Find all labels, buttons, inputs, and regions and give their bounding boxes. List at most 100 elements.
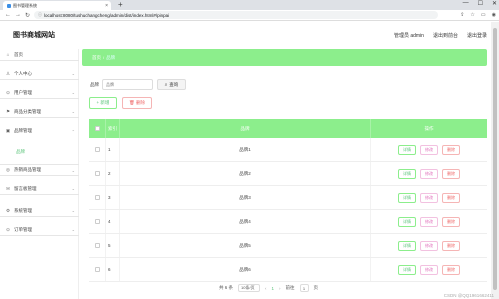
row-checkbox[interactable] (94, 147, 100, 152)
page-scrollbar[interactable] (491, 22, 499, 299)
row-actions: 详情 修改 删除 (371, 186, 487, 209)
breadcrumb-home[interactable]: 首页 (92, 55, 101, 61)
back-icon[interactable]: ← (5, 12, 11, 18)
row-select-cell[interactable] (89, 162, 106, 185)
brand-search-input[interactable] (102, 79, 153, 90)
header-actions: 操作 (424, 125, 434, 131)
delete-button[interactable]: 删除 (442, 192, 460, 203)
delete-button[interactable]: 删除 (442, 144, 460, 155)
browser-toolbar-icons: ⇪ ☆ ▭ ◉ (460, 12, 496, 18)
detail-button[interactable]: 详情 (398, 144, 416, 155)
delete-button[interactable]: 删除 (442, 264, 460, 275)
edit-button[interactable]: 修改 (420, 216, 438, 227)
row-index: 4 (106, 210, 120, 233)
table-row: 3 品牌3 详情 修改 删除 (89, 186, 487, 210)
chevron-up-icon: ⌃ (71, 128, 75, 134)
tab-close-icon[interactable]: × (105, 3, 108, 9)
new-tab-button[interactable]: + (118, 0, 123, 9)
edit-button[interactable]: 修改 (420, 144, 438, 155)
site-info-icon[interactable]: ⓘ (38, 12, 42, 18)
sidebar-item-hot[interactable]: ◎ 热销商品管理 ⌄ (0, 164, 79, 176)
sidebar-item-label: 系统管理 (14, 207, 32, 213)
query-button[interactable]: ⌕ 查询 (157, 79, 186, 90)
share-icon[interactable]: ⇪ (460, 12, 464, 18)
logout-link[interactable]: 退出登录 (467, 32, 487, 39)
detail-button[interactable]: 详情 (398, 240, 416, 251)
query-button-label: 查询 (169, 81, 179, 87)
row-select-cell[interactable] (89, 138, 106, 161)
sidebar-item-label: 用户管理 (14, 89, 32, 95)
detail-button[interactable]: 详情 (398, 264, 416, 275)
detail-button[interactable]: 详情 (398, 192, 416, 203)
action-row: + 新增 🗑 删除 (89, 97, 152, 109)
reload-icon[interactable]: ↻ (25, 12, 30, 19)
sidebar-item-profile[interactable]: ♙ 个人中心 ⌄ (0, 68, 79, 80)
table-row: 4 品牌4 详情 修改 删除 (89, 210, 487, 234)
sidebar-item-label: 留言板管理 (14, 185, 37, 191)
sidebar-item-home[interactable]: ⌂ 首页 (0, 49, 79, 61)
chevron-down-icon: ⌄ (71, 227, 75, 232)
batch-delete-button[interactable]: 🗑 删除 (122, 97, 152, 109)
delete-button[interactable]: 删除 (442, 240, 460, 251)
sidebar-item-system[interactable]: ⚙ 系统管理 ⌄ (0, 205, 79, 217)
category-icon: ⚑ (5, 108, 11, 114)
delete-button[interactable]: 删除 (442, 168, 460, 179)
page-size-select[interactable]: 10条/页 (238, 284, 261, 292)
site-title: 图书商城网站 (13, 32, 55, 39)
add-button[interactable]: + 新增 (89, 97, 117, 109)
bookmark-star-icon[interactable]: ☆ (470, 12, 474, 18)
row-checkbox[interactable] (94, 267, 100, 272)
row-checkbox[interactable] (94, 171, 100, 176)
sidebar-item-category[interactable]: ⚑ 商品分类管理 ⌄ (0, 106, 79, 118)
select-all-checkbox[interactable] (94, 126, 100, 131)
row-checkbox[interactable] (94, 243, 100, 248)
current-user: 管理员 admin (393, 33, 424, 39)
forward-icon[interactable]: → (15, 12, 21, 18)
edit-button[interactable]: 修改 (420, 264, 438, 275)
edit-button[interactable]: 修改 (420, 192, 438, 203)
row-select-cell[interactable] (89, 186, 106, 209)
back-to-front-link[interactable]: 退出到前台 (433, 32, 458, 39)
sidebar-item-messages[interactable]: ✉ 留言板管理 ⌄ (0, 183, 79, 195)
row-select-cell[interactable] (89, 210, 106, 233)
table-header: 索引 品牌 操作 (89, 119, 487, 138)
profile-icon[interactable]: ◉ (492, 12, 496, 18)
detail-button[interactable]: 详情 (398, 168, 416, 179)
address-bar: ← → ↻ ⓘ localhost:8080/tushuchangcheng/a… (0, 10, 499, 21)
url-field[interactable]: ⓘ localhost:8080/tushuchangcheng/admin/d… (34, 11, 438, 19)
sidebar-item-brand[interactable]: ▣ 品牌管理 ⌃ (0, 125, 79, 137)
detail-button[interactable]: 详情 (398, 216, 416, 227)
goto-page-input[interactable]: 1 (299, 284, 309, 292)
table-body: 1 品牌1 详情 修改 删除 2 品牌2 详情 修改 删除 3 品牌3 详情 修改 删除 4 品牌4 详情 修改 删除… (89, 138, 487, 282)
split-view-icon[interactable]: ▭ (481, 12, 486, 18)
sidebar-item-users[interactable]: ⊙ 用户管理 ⌄ (0, 87, 79, 99)
sidebar-item-label: 个人中心 (14, 70, 32, 76)
sidebar-subitem-brand[interactable]: 品牌 (16, 149, 25, 155)
edit-button[interactable]: 修改 (420, 168, 438, 179)
row-actions: 详情 修改 删除 (371, 162, 487, 185)
row-select-cell[interactable] (89, 234, 106, 257)
sidebar-item-orders[interactable]: ⊙ 订单管理 ⌄ (0, 224, 79, 236)
header-links: 管理员 admin 退出到前台 退出登录 (394, 32, 487, 39)
window-controls: — ☐ ✕ (463, 0, 497, 7)
select-all-header[interactable] (89, 119, 106, 138)
prev-page-icon[interactable]: ‹ (265, 286, 267, 291)
row-select-cell[interactable] (89, 258, 106, 281)
scrollbar-thumb[interactable] (493, 28, 497, 290)
favicon-icon (7, 3, 11, 8)
delete-button[interactable]: 删除 (442, 216, 460, 227)
maximize-icon[interactable]: ☐ (478, 0, 483, 7)
next-page-icon[interactable]: › (279, 286, 281, 291)
row-checkbox[interactable] (94, 219, 100, 224)
chevron-down-icon: ⌄ (71, 71, 75, 76)
close-window-icon[interactable]: ✕ (492, 0, 497, 7)
browser-tab[interactable]: 图书管理系统 × (3, 1, 111, 10)
chevron-down-icon: ⌄ (71, 109, 75, 114)
table-row: 1 品牌1 详情 修改 删除 (89, 138, 487, 162)
row-checkbox[interactable] (94, 195, 100, 200)
sidebar-item-label: 商品分类管理 (14, 108, 41, 114)
row-brand: 品牌6 (120, 258, 371, 281)
page-number[interactable]: 1 (272, 286, 275, 291)
edit-button[interactable]: 修改 (420, 240, 438, 251)
minimize-icon[interactable]: — (463, 0, 469, 7)
